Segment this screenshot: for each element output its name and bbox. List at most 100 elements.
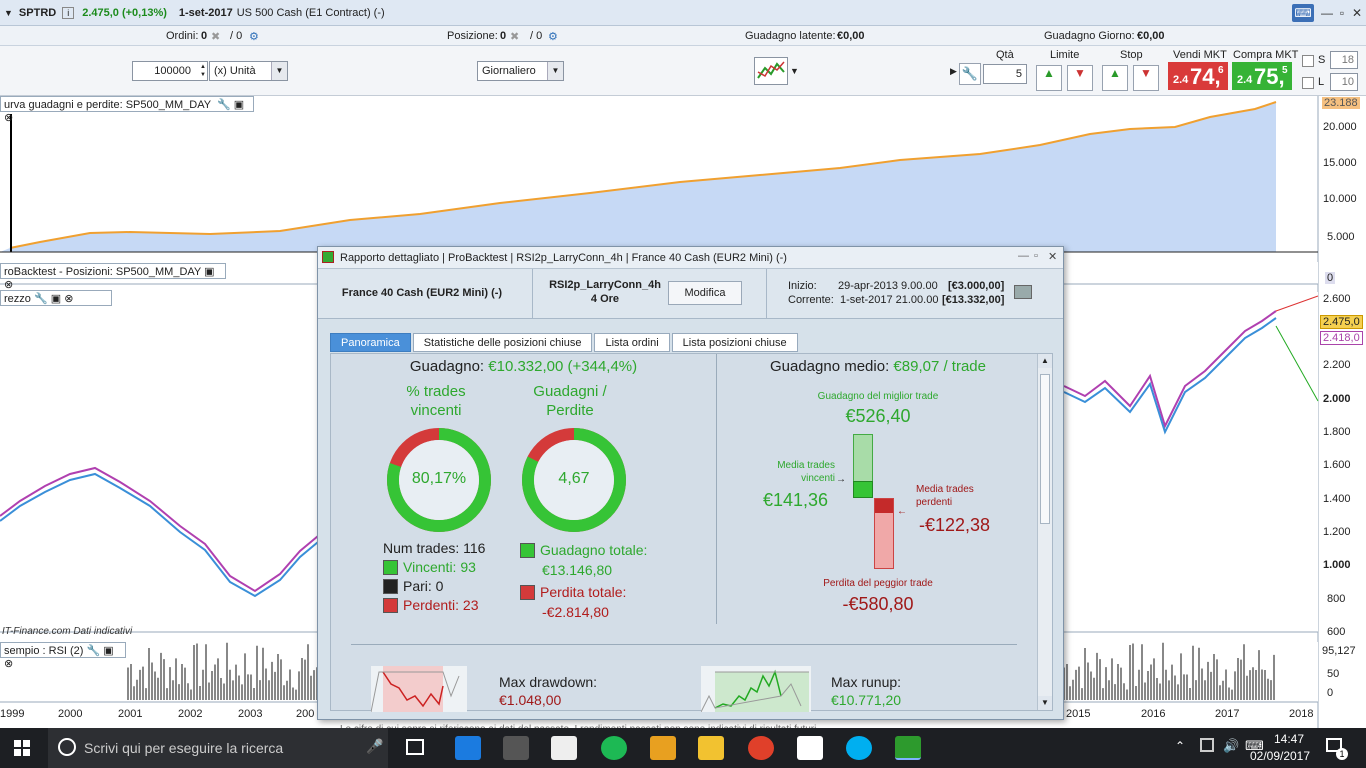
modify-button[interactable]: Modifica <box>668 281 742 305</box>
amazon-icon[interactable] <box>797 736 823 760</box>
scroll-thumb[interactable] <box>1040 374 1050 524</box>
dropdown-icon[interactable]: ▼ <box>4 8 13 18</box>
unit-select[interactable]: (x) Unità ▼ <box>209 61 288 81</box>
start-capital: [€3.000,00] <box>948 280 1005 292</box>
info-icon[interactable]: i <box>62 6 75 19</box>
network-icon[interactable] <box>1200 738 1214 752</box>
close-panel-icon[interactable]: ⊗ <box>4 658 13 670</box>
timeframe-select[interactable]: Giornaliero ▼ <box>477 61 564 81</box>
limit-sell-button[interactable]: ▼ <box>1067 65 1093 91</box>
volume-icon[interactable]: 🔊 <box>1223 738 1239 754</box>
best-trade-value: €526,40 <box>845 406 911 426</box>
position-cancel-icon[interactable]: ✖ <box>510 30 519 43</box>
chart-type-dropdown-icon[interactable]: ▼ <box>790 66 799 76</box>
wrench-icon[interactable]: 🔧 <box>34 293 48 305</box>
data-source-label: IT-Finance.com Dati indicativi <box>2 626 133 637</box>
stop-sell-button[interactable]: ▼ <box>1133 65 1159 91</box>
sell-market-button[interactable]: 2.4 74, 6 <box>1168 62 1228 90</box>
maximize-icon[interactable]: ▣ <box>204 266 214 278</box>
total-gain-label: Guadagno totale: <box>540 542 648 558</box>
orders-gear-icon[interactable]: ⚙ <box>249 30 259 43</box>
price-axis-tick: 2.600 <box>1323 293 1351 305</box>
orders-label: Ordini: <box>166 30 199 42</box>
store-icon[interactable] <box>503 736 529 760</box>
microphone-icon[interactable]: 🎤 <box>366 738 383 755</box>
notification-count: 1 <box>1336 748 1348 760</box>
scroll-up-icon[interactable]: ▲ <box>1038 354 1052 368</box>
total-gain-value: €13.146,80 <box>542 562 613 578</box>
qty-input[interactable]: 5 <box>983 64 1027 84</box>
orders-value: 0 <box>201 30 208 42</box>
position-label: Posizione: <box>447 30 498 42</box>
taskbar-search[interactable]: Scrivi qui per eseguire la ricerca 🎤 <box>48 728 388 768</box>
edge-icon[interactable] <box>455 736 481 760</box>
chrome-icon[interactable] <box>748 736 774 760</box>
print-icon[interactable] <box>1014 285 1032 299</box>
l-checkbox[interactable] <box>1302 77 1314 89</box>
chart-type-button[interactable] <box>754 57 788 85</box>
year-tick: 2017 <box>1215 708 1240 720</box>
tab-closed-positions[interactable]: Lista posizioni chiuse <box>671 333 798 352</box>
expand-arrow-icon[interactable]: ▶ <box>950 66 957 77</box>
skype-icon[interactable] <box>846 736 872 760</box>
stop-buy-button[interactable]: ▲ <box>1102 65 1128 91</box>
position-total: / 0 <box>530 30 543 42</box>
wrench-icon[interactable]: 🔧 <box>87 645 101 657</box>
home-icon[interactable] <box>551 736 577 760</box>
title-bar: ▼ SPTRD i 2.475,0 (+0,13%) 1-set-2017 US… <box>0 0 1366 26</box>
position-gear-icon[interactable]: ⚙ <box>548 30 558 43</box>
tab-closed-stats[interactable]: Statistiche delle posizioni chiuse <box>412 333 593 352</box>
buy-market-button[interactable]: 2.4 75, 5 <box>1232 62 1292 90</box>
year-tick: 2003 <box>238 708 263 720</box>
dialog-scrollbar[interactable]: ▲ ▼ <box>1037 354 1052 710</box>
clock-date[interactable]: 02/09/2017 <box>1246 749 1314 763</box>
day-gain-label: Guadagno Giorno: <box>1044 30 1135 42</box>
quantity-input[interactable]: 100000 ▲ ▼ <box>132 61 208 81</box>
avg-loss-label: Media trades perdenti <box>916 484 974 508</box>
close-panel-icon[interactable]: ⊗ <box>64 293 73 305</box>
windows-start-icon[interactable] <box>14 740 30 756</box>
dialog-minimize-button[interactable]: — <box>1018 250 1029 262</box>
maximize-icon[interactable]: ▣ <box>51 293 61 305</box>
archive-icon[interactable] <box>650 736 676 760</box>
symbol-label[interactable]: SPTRD <box>19 7 56 19</box>
close-button[interactable]: ✕ <box>1346 4 1366 22</box>
task-view-icon[interactable] <box>406 739 424 755</box>
total-loss-row: Perdita totale: -€2.814,80 <box>520 582 626 622</box>
price-mark-last: 2.475,0 <box>1320 315 1363 329</box>
spotify-icon[interactable] <box>601 736 627 760</box>
rsi-axis-tick: 95,127 <box>1322 645 1356 657</box>
limit-buy-button[interactable]: ▲ <box>1036 65 1062 91</box>
tab-overview[interactable]: Panoramica <box>330 333 411 352</box>
l-input[interactable]: 10 <box>1330 73 1358 91</box>
avg-loss-arrow-icon: ← <box>897 506 907 517</box>
pct-win-value: 80,17% <box>411 470 467 487</box>
total-loss-swatch <box>520 585 535 600</box>
buy-mkt-header: Compra MKT <box>1233 49 1299 61</box>
chart-icon <box>757 61 785 79</box>
dialog-maximize-button[interactable]: ▫ <box>1034 250 1038 262</box>
spinner-icon[interactable]: ▲ ▼ <box>200 63 206 79</box>
wrench-button[interactable]: 🔧 <box>959 63 981 85</box>
prorealtime-icon[interactable] <box>895 736 921 760</box>
s-input[interactable]: 18 <box>1330 51 1358 69</box>
windows-taskbar: Scrivi qui per eseguire la ricerca 🎤 ⌃ 🔊… <box>0 728 1366 768</box>
clock-time[interactable]: 14:47 <box>1264 732 1314 746</box>
tray-chevron-icon[interactable]: ⌃ <box>1175 739 1185 753</box>
year-tick: 1999 <box>0 708 25 720</box>
maximize-icon[interactable]: ▣ <box>103 645 113 657</box>
dialog-close-button[interactable]: ✕ <box>1048 250 1057 263</box>
wrench-icon[interactable]: 🔧 <box>217 99 231 111</box>
close-panel-icon[interactable]: ⊗ <box>4 112 13 124</box>
pct-win-title: % trades vincenti <box>406 383 466 419</box>
scroll-down-icon[interactable]: ▼ <box>1038 696 1052 710</box>
explorer-icon[interactable] <box>698 736 724 760</box>
qty-header: Qtà <box>996 49 1014 61</box>
tab-order-list[interactable]: Lista ordini <box>594 333 670 352</box>
year-tick: 2000 <box>58 708 83 720</box>
keyboard-icon[interactable]: ⌨ <box>1292 4 1314 22</box>
s-checkbox[interactable] <box>1302 55 1314 67</box>
equity-axis-tick: 5.000 <box>1327 231 1355 243</box>
orders-cancel-icon[interactable]: ✖ <box>211 30 220 43</box>
maximize-icon[interactable]: ▣ <box>234 99 244 111</box>
